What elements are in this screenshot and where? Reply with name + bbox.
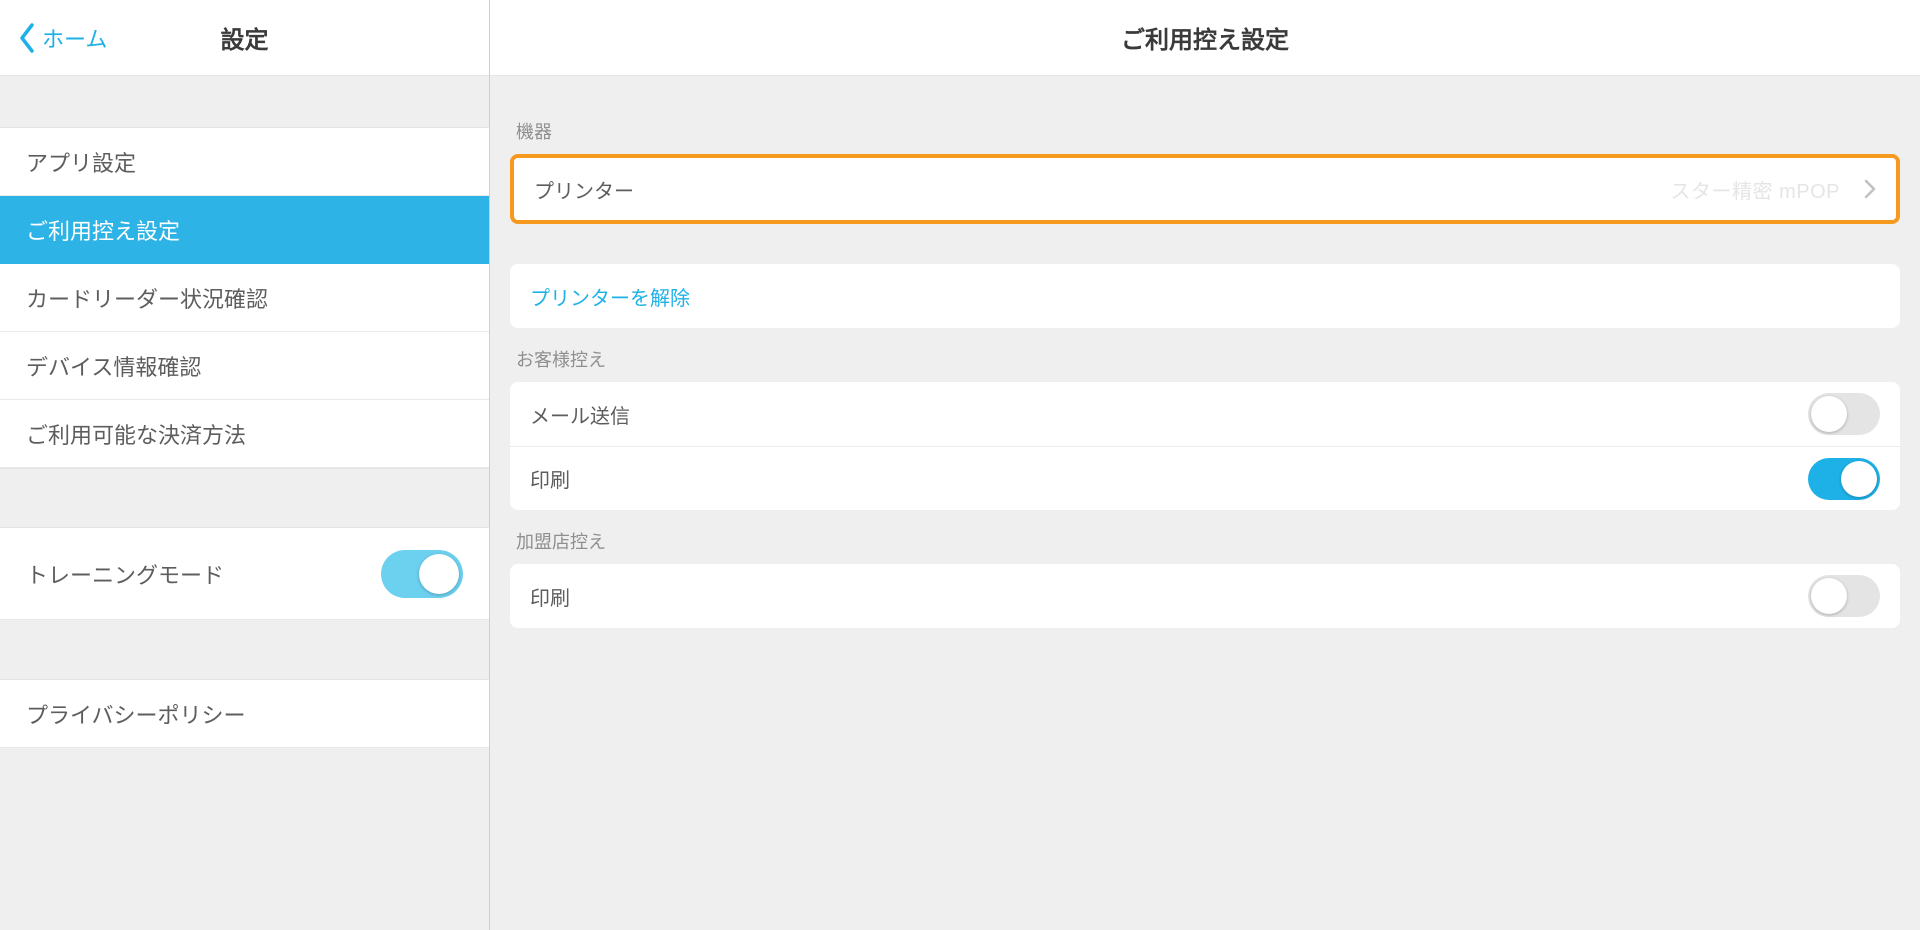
- sidebar-item-label: ご利用控え設定: [26, 214, 180, 246]
- sidebar: ホーム 設定 アプリ設定 ご利用控え設定 カードリーダー状況確認 デバイス情報確…: [0, 0, 490, 930]
- customer-copy-group: メール送信 印刷: [510, 382, 1900, 510]
- sidebar-item-label: ご利用可能な決済方法: [26, 418, 246, 450]
- chevron-left-icon: [18, 23, 36, 53]
- unlink-printer-group: プリンターを解除: [510, 264, 1900, 328]
- merchant-copy-group: 印刷: [510, 564, 1900, 628]
- sidebar-spacer: [0, 468, 489, 528]
- training-mode-toggle[interactable]: [381, 550, 463, 598]
- section-label-customer-copy: お客様控え: [510, 328, 1900, 382]
- unlink-printer-button[interactable]: プリンターを解除: [510, 264, 1900, 328]
- section-label-device: 機器: [510, 100, 1900, 154]
- customer-print-label: 印刷: [530, 464, 570, 493]
- sidebar-spacer: [0, 76, 489, 128]
- printer-value: スター精密 mPOP: [1671, 175, 1840, 204]
- back-button[interactable]: ホーム: [0, 22, 107, 54]
- sidebar-spacer: [0, 620, 489, 680]
- sidebar-item-device-info[interactable]: デバイス情報確認: [0, 332, 489, 400]
- sidebar-header: ホーム 設定: [0, 0, 489, 76]
- printer-row-label: プリンター: [534, 175, 634, 204]
- email-send-label: メール送信: [530, 400, 630, 429]
- sidebar-item-label: カードリーダー状況確認: [26, 282, 268, 314]
- privacy-policy-label: プライバシーポリシー: [26, 698, 246, 730]
- main-body: 機器 プリンター スター精密 mPOP: [490, 76, 1920, 668]
- email-send-toggle[interactable]: [1808, 393, 1880, 435]
- sidebar-item-training-mode[interactable]: トレーニングモード: [0, 528, 489, 620]
- merchant-print-row: 印刷: [510, 564, 1900, 628]
- main-header: ご利用控え設定: [490, 0, 1920, 76]
- customer-print-row: 印刷: [510, 446, 1900, 510]
- sidebar-list: アプリ設定 ご利用控え設定 カードリーダー状況確認 デバイス情報確認 ご利用可能…: [0, 128, 489, 468]
- sidebar-item-label: デバイス情報確認: [26, 350, 201, 382]
- sidebar-item-app-settings[interactable]: アプリ設定: [0, 128, 489, 196]
- customer-print-toggle[interactable]: [1808, 458, 1880, 500]
- sidebar-item-label: アプリ設定: [26, 146, 136, 178]
- printer-row-highlight: プリンター スター精密 mPOP: [510, 154, 1900, 224]
- sidebar-item-payment-methods[interactable]: ご利用可能な決済方法: [0, 400, 489, 468]
- sidebar-item-privacy-policy[interactable]: プライバシーポリシー: [0, 680, 489, 748]
- merchant-print-toggle[interactable]: [1808, 575, 1880, 617]
- chevron-right-icon: [1864, 179, 1876, 199]
- main: ご利用控え設定 機器 プリンター スター精密 mPOP: [490, 0, 1920, 930]
- back-label: ホーム: [42, 22, 107, 54]
- page-title: ご利用控え設定: [1121, 20, 1289, 55]
- section-label-merchant-copy: 加盟店控え: [510, 510, 1900, 564]
- printer-row[interactable]: プリンター スター精密 mPOP: [514, 158, 1896, 220]
- sidebar-item-receipt-settings[interactable]: ご利用控え設定: [0, 196, 489, 264]
- unlink-printer-label: プリンターを解除: [530, 282, 690, 311]
- sidebar-item-card-reader-status[interactable]: カードリーダー状況確認: [0, 264, 489, 332]
- training-mode-label: トレーニングモード: [26, 558, 224, 590]
- email-send-row: メール送信: [510, 382, 1900, 446]
- merchant-print-label: 印刷: [530, 582, 570, 611]
